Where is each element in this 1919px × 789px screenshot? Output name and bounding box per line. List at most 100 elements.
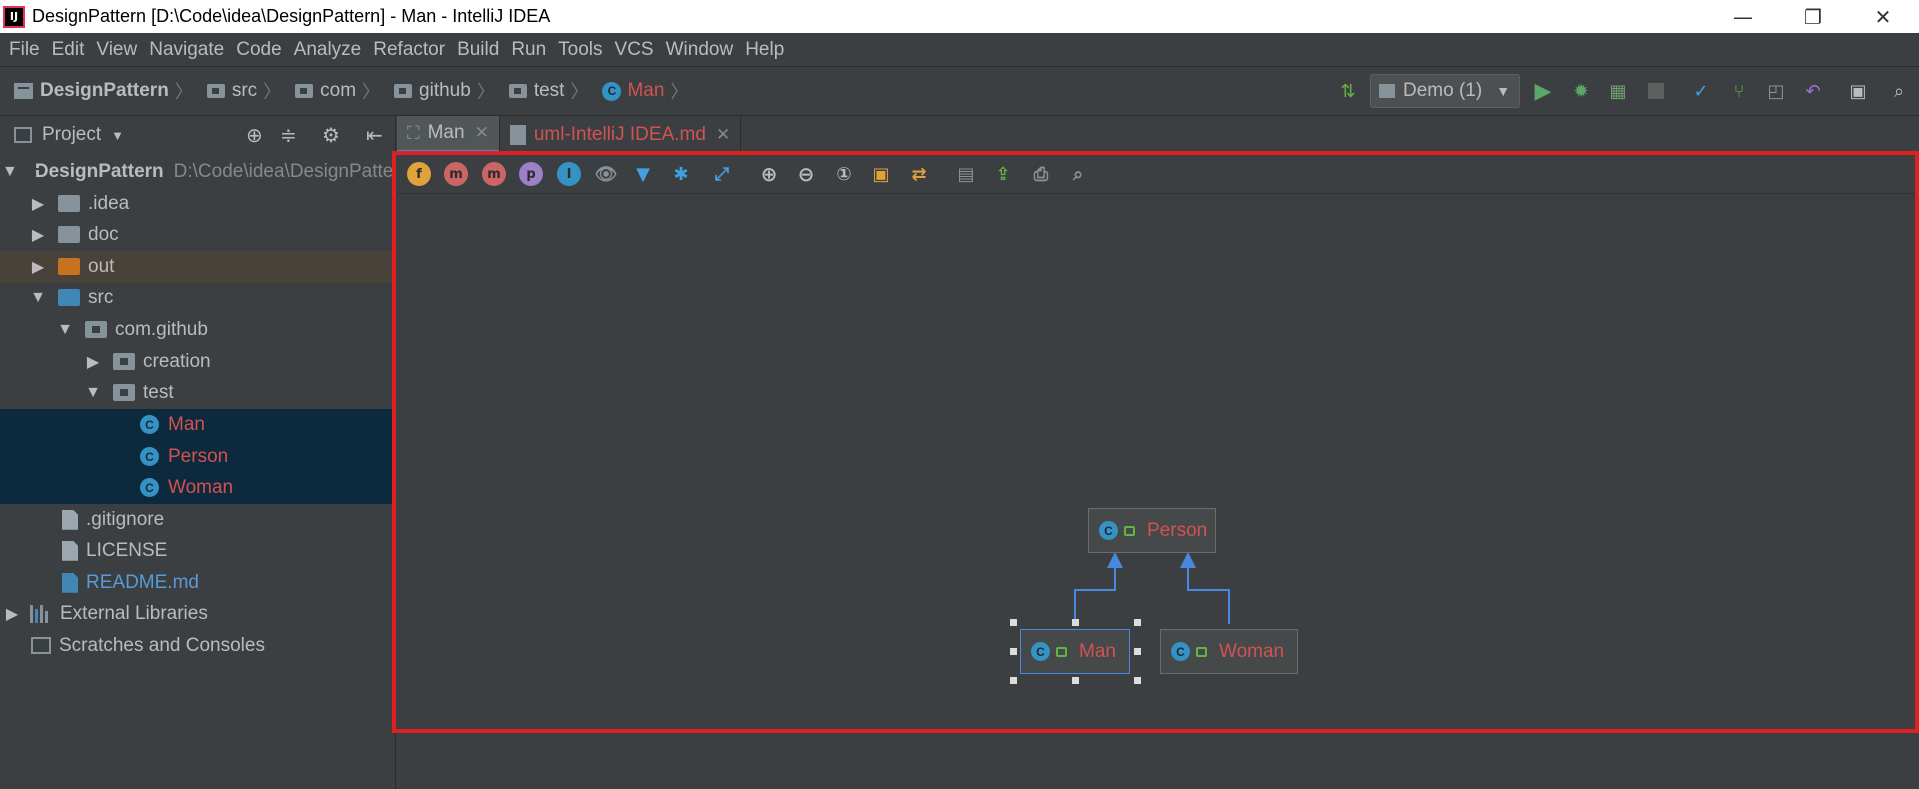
- tree-item-label: README.md: [86, 571, 199, 593]
- stop-icon[interactable]: [1645, 80, 1667, 102]
- close-button[interactable]: ✕: [1860, 0, 1906, 33]
- editor-tab-bar: ⛶ Man ✕ uml-IntelliJ IDEA.md ✕: [397, 116, 1919, 154]
- close-icon[interactable]: ✕: [716, 125, 730, 145]
- tree-item-doc[interactable]: ▶ doc: [0, 219, 396, 251]
- menu-view[interactable]: View: [96, 39, 137, 61]
- chevron-right-icon: 〉: [362, 82, 381, 102]
- package-icon: [394, 84, 413, 98]
- tab-label: Man: [427, 122, 465, 143]
- project-icon: [14, 83, 33, 99]
- tree-item-creation[interactable]: ▶ creation: [0, 346, 396, 378]
- folder-icon: [58, 195, 80, 213]
- menu-refactor[interactable]: Refactor: [373, 39, 445, 61]
- menu-help[interactable]: Help: [745, 39, 784, 61]
- tree-item-scratches[interactable]: Scratches and Consoles: [0, 630, 396, 662]
- expand-down-icon: ▼: [85, 383, 101, 401]
- menu-vcs[interactable]: VCS: [615, 39, 654, 61]
- editor-bottom-area: [397, 733, 1919, 789]
- tree-item-external-libraries[interactable]: ▶ External Libraries: [0, 598, 396, 630]
- menu-edit[interactable]: Edit: [52, 39, 85, 61]
- menu-code[interactable]: Code: [236, 39, 281, 61]
- vcs-history-icon[interactable]: ◰: [1765, 80, 1787, 102]
- navigation-bar: DesignPattern 〉 src 〉 com 〉 github 〉 tes…: [0, 67, 1919, 116]
- menu-window[interactable]: Window: [666, 39, 734, 61]
- diagram-icon: ⛶: [407, 122, 420, 143]
- tab-uml-markdown[interactable]: uml-IntelliJ IDEA.md ✕: [500, 116, 742, 153]
- tree-item-label: creation: [143, 350, 211, 372]
- window-title: DesignPattern [D:\Code\idea\DesignPatter…: [32, 6, 551, 26]
- breadcrumb-label: test: [533, 80, 565, 101]
- markdown-icon: [62, 572, 78, 593]
- tree-item-idea[interactable]: ▶ .idea: [0, 188, 396, 220]
- tree-item-label: doc: [88, 223, 119, 245]
- locate-icon[interactable]: ⊕: [246, 123, 263, 148]
- breadcrumb-test[interactable]: test 〉: [508, 78, 588, 104]
- menu-run[interactable]: Run: [511, 39, 546, 61]
- coverage-icon[interactable]: ▦: [1607, 80, 1629, 102]
- search-everywhere-icon[interactable]: ⌕: [1888, 80, 1910, 102]
- tree-item-label: LICENSE: [86, 539, 168, 561]
- chevron-down-icon[interactable]: ▼: [111, 128, 124, 143]
- tree-item-src[interactable]: ▼ src: [0, 282, 396, 314]
- breadcrumb-github[interactable]: github 〉: [394, 78, 495, 104]
- tree-item-readme[interactable]: README.md: [0, 567, 396, 599]
- file-icon: [62, 540, 78, 561]
- tree-item-com-github[interactable]: ▼ com.github: [0, 314, 396, 346]
- collapse-all-icon[interactable]: ≑: [280, 123, 297, 148]
- expand-right-icon: ▶: [31, 226, 45, 244]
- application-icon: [1379, 84, 1395, 98]
- class-icon: C: [140, 478, 159, 498]
- gear-icon[interactable]: ⚙: [322, 123, 340, 148]
- restore-button[interactable]: ❐: [1790, 0, 1836, 33]
- menu-tools[interactable]: Tools: [558, 39, 602, 61]
- tree-item-label: Person: [168, 445, 229, 467]
- markdown-icon: [509, 124, 526, 145]
- tree-item-project-root[interactable]: ▼ DesignPattern D:\Code\idea\DesignPatte…: [0, 156, 396, 188]
- revert-icon[interactable]: ↶: [1802, 80, 1824, 102]
- run-icon[interactable]: ▶: [1532, 79, 1554, 104]
- project-panel-title[interactable]: Project: [42, 124, 101, 146]
- run-configuration-selector[interactable]: Demo (1) ▼: [1370, 74, 1520, 108]
- hide-panel-icon[interactable]: ⇤: [366, 123, 383, 148]
- project-structure-icon[interactable]: ▣: [1847, 80, 1869, 102]
- vcs-update-icon[interactable]: ✓: [1690, 80, 1712, 102]
- tree-item-gitignore[interactable]: .gitignore: [0, 504, 396, 536]
- minimize-button[interactable]: —: [1720, 0, 1766, 33]
- project-panel-header: Project ▼ ⊕ ≑ ⚙ ⇤: [0, 116, 396, 154]
- menu-file[interactable]: File: [9, 39, 40, 61]
- vcs-commit-icon[interactable]: ⑂: [1728, 80, 1750, 102]
- breadcrumb-current[interactable]: C Man 〉: [602, 78, 688, 104]
- tree-item-label: External Libraries: [60, 602, 208, 624]
- tree-item-out[interactable]: ▶ out: [0, 251, 396, 283]
- scratches-icon: [31, 637, 51, 655]
- tree-item-woman[interactable]: C Woman: [0, 472, 396, 504]
- chevron-right-icon: 〉: [670, 82, 689, 102]
- tree-item-man[interactable]: C Man: [0, 409, 396, 441]
- run-configuration-label: Demo (1): [1403, 80, 1483, 101]
- tree-item-label: Scratches and Consoles: [59, 634, 265, 656]
- menu-navigate[interactable]: Navigate: [149, 39, 224, 61]
- tree-item-label: .gitignore: [86, 508, 165, 530]
- debug-icon[interactable]: ✹: [1570, 80, 1592, 102]
- tree-item-test[interactable]: ▼ test: [0, 377, 396, 409]
- expand-down-icon: ▼: [30, 288, 46, 306]
- close-icon[interactable]: ✕: [475, 123, 489, 143]
- tree-item-person[interactable]: C Person: [0, 441, 396, 473]
- menu-build[interactable]: Build: [457, 39, 499, 61]
- tree-item-label: DesignPattern: [34, 160, 164, 182]
- expand-down-icon: ▼: [2, 162, 18, 180]
- tree-item-label: out: [88, 255, 115, 277]
- build-icon[interactable]: ⇅: [1337, 80, 1359, 102]
- tab-man-diagram[interactable]: ⛶ Man ✕: [397, 116, 500, 153]
- tab-label: uml-IntelliJ IDEA.md: [533, 123, 706, 145]
- tree-item-license[interactable]: LICENSE: [0, 535, 396, 567]
- breadcrumb-project[interactable]: DesignPattern 〉: [14, 78, 193, 104]
- tree-item-label: .idea: [88, 192, 130, 214]
- breadcrumb-src[interactable]: src 〉: [206, 78, 281, 104]
- folder-icon: [58, 226, 80, 244]
- highlight-outline: [392, 151, 1919, 733]
- breadcrumb-current-label: Man: [627, 80, 665, 101]
- breadcrumb-com[interactable]: com 〉: [295, 78, 380, 104]
- menu-analyze[interactable]: Analyze: [294, 39, 362, 61]
- tree-item-label: com.github: [115, 318, 208, 340]
